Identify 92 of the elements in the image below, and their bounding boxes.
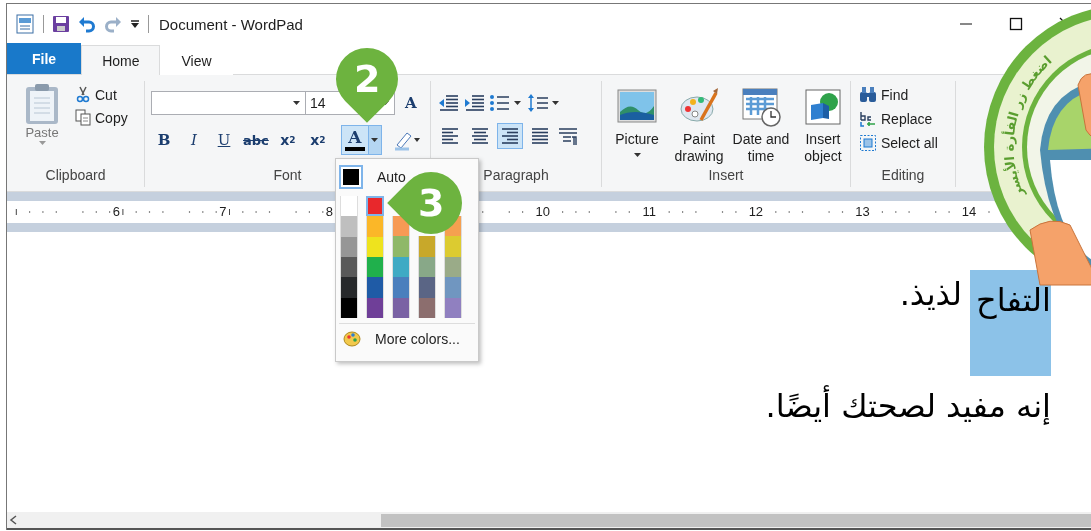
color-swatch[interactable] <box>340 236 358 257</box>
color-swatch[interactable] <box>418 256 436 277</box>
insert-button[interactable]: Insert object <box>794 87 852 167</box>
align-icon <box>440 126 460 146</box>
clipboard-icon <box>24 83 60 125</box>
ribbon-tab[interactable]: Home <box>81 45 161 75</box>
file-menu-tab[interactable]: File <box>7 43 82 74</box>
caret-icon <box>37 140 47 146</box>
caret-icon <box>292 100 301 106</box>
insert-button[interactable]: Paint drawing <box>670 87 728 167</box>
script-button[interactable]: x$^{2}$ <box>304 127 331 153</box>
find-button[interactable]: Find <box>857 85 940 105</box>
insert-button[interactable]: Picture <box>608 87 666 167</box>
color-swatch[interactable] <box>366 297 384 318</box>
copy-button[interactable]: Copy <box>73 108 130 127</box>
document-text: لذيذ. <box>899 274 963 315</box>
underline-button[interactable]: U <box>211 127 237 153</box>
insert-button[interactable]: Date and time <box>732 87 790 167</box>
more-colors-option[interactable]: More colors... <box>339 326 475 352</box>
caret-icon <box>370 137 380 143</box>
calendar-clock-icon <box>741 87 781 127</box>
color-swatch[interactable] <box>444 236 462 257</box>
ruler-number: 10 <box>533 205 552 219</box>
group-label: Paragraph <box>483 167 549 185</box>
align-icon <box>530 126 550 146</box>
save-icon[interactable] <box>52 15 70 33</box>
paste-button[interactable]: Paste <box>19 83 65 167</box>
ruler-number: 14 <box>959 205 979 219</box>
color-swatch[interactable] <box>444 256 462 277</box>
ruler-number: 11 <box>640 205 658 219</box>
scrollbar-thumb[interactable] <box>381 513 1091 527</box>
color-swatch[interactable] <box>340 257 358 278</box>
maximize-icon <box>1009 17 1023 31</box>
replace-icon <box>859 110 877 128</box>
italic-button[interactable]: I <box>181 127 207 153</box>
color-swatch[interactable] <box>418 297 436 318</box>
cut-button[interactable]: Cut <box>73 85 130 104</box>
palette-icon <box>343 330 361 348</box>
color-swatch[interactable] <box>366 196 384 217</box>
color-swatch[interactable] <box>366 257 384 278</box>
align-icon <box>470 126 490 146</box>
app-icon[interactable] <box>15 14 35 34</box>
ruler-number: 12 <box>746 205 766 219</box>
color-swatch[interactable] <box>366 277 384 298</box>
font-color-button[interactable]: A <box>340 125 382 155</box>
group-label: Insert <box>708 167 744 185</box>
decrease-indent-icon[interactable] <box>437 93 459 113</box>
group-label: Editing <box>881 167 925 185</box>
color-swatch[interactable] <box>392 277 410 298</box>
color-swatch[interactable] <box>444 297 462 318</box>
color-swatch[interactable] <box>418 277 436 298</box>
binoculars-icon <box>859 86 877 104</box>
line-spacing-icon[interactable] <box>527 93 561 113</box>
color-swatch[interactable] <box>340 297 358 318</box>
ruler-number: 8 <box>323 205 336 219</box>
color-swatch[interactable] <box>340 216 358 237</box>
align-icon <box>500 126 520 146</box>
customize-caret-icon[interactable] <box>130 19 140 29</box>
window-title: Document - WordPad <box>159 15 304 33</box>
color-swatch[interactable] <box>392 297 410 318</box>
ruler-number: 6 <box>110 205 122 219</box>
align-right-button[interactable] <box>497 123 523 149</box>
badge-caption: اضغط زر الفأرة الأيسر <box>1001 52 1055 200</box>
color-swatch[interactable] <box>366 236 384 257</box>
scissors-icon <box>75 86 91 103</box>
select-all-icon <box>859 134 877 152</box>
strikethrough-button[interactable]: abc <box>241 127 271 153</box>
selected-text: التفاح <box>970 270 1051 376</box>
copy-icon <box>75 109 91 126</box>
font-name-dropdown[interactable] <box>151 91 306 115</box>
color-swatch[interactable] <box>392 256 410 277</box>
undo-icon[interactable] <box>78 15 96 33</box>
redo-icon[interactable] <box>104 15 122 33</box>
group-label: Font <box>273 167 302 185</box>
increase-indent-icon[interactable] <box>463 93 485 113</box>
document-text: إنه مفيد لصحتك أيضًا. <box>765 384 1051 427</box>
select-all-button[interactable]: Select all <box>857 133 940 153</box>
ruler-number: 13 <box>853 205 872 219</box>
color-swatch[interactable] <box>392 236 410 257</box>
color-swatch[interactable] <box>340 277 358 298</box>
bold-button[interactable]: B <box>151 127 177 153</box>
color-swatch[interactable] <box>340 196 358 217</box>
object-icon <box>803 87 843 127</box>
color-swatch[interactable] <box>444 277 462 298</box>
color-swatch[interactable] <box>418 236 436 257</box>
ruler-number: 7 <box>217 205 229 219</box>
maximize-button[interactable] <box>1009 17 1023 31</box>
bullet-list-icon[interactable] <box>489 93 523 113</box>
group-label: Clipboard <box>45 167 106 185</box>
replace-button[interactable]: Replace <box>857 109 940 129</box>
paragraph-direction-icon[interactable] <box>557 126 579 146</box>
color-swatch[interactable] <box>366 216 384 237</box>
